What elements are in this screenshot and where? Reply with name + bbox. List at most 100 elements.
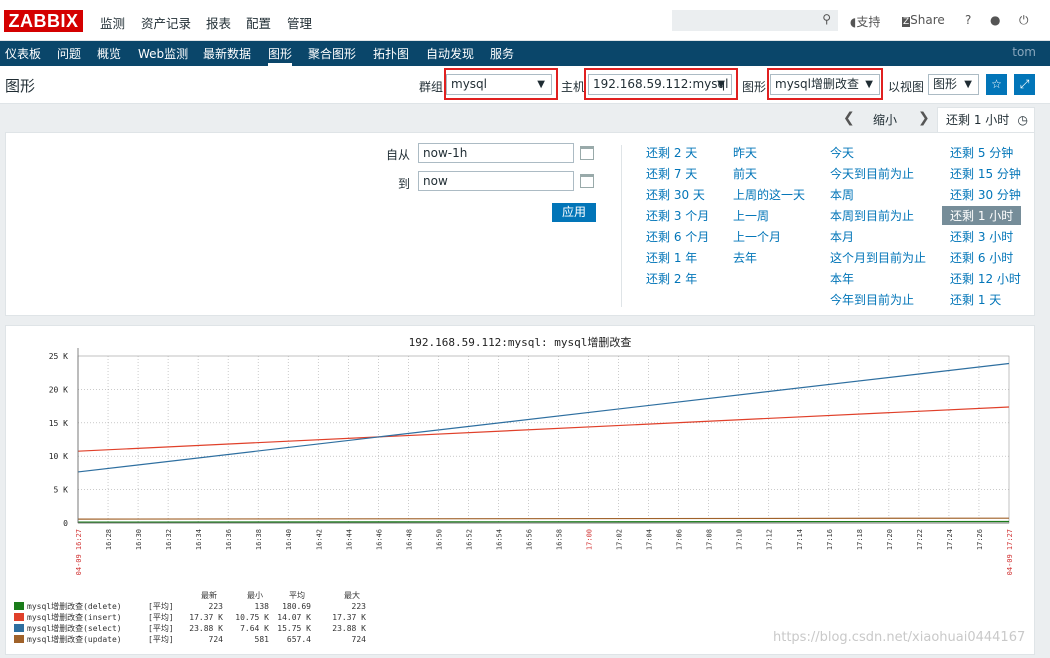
subnav-maps[interactable]: 拓扑图 [373,45,409,62]
quick-range-link[interactable]: 还剩 2 年 [646,270,697,287]
quick-range-link[interactable]: 去年 [733,249,757,266]
quick-range-link[interactable]: 本年 [830,270,854,287]
time-tab-active[interactable]: 还剩 1 小时 ◷ [937,107,1035,132]
search-input[interactable]: ⚲ [672,10,838,31]
calendar-icon[interactable] [580,174,594,188]
legend-cell: 17.37 K [332,613,366,622]
logout-icon[interactable]: ⏻ [1019,13,1029,28]
subnav-overview[interactable]: 概览 [97,45,121,62]
time-tab-label: 还剩 1 小时 [946,113,1010,127]
menu-administration[interactable]: 管理 [287,13,312,32]
quick-range-link[interactable]: 还剩 1 年 [646,249,697,266]
menu-inventory[interactable]: 资产记录 [141,13,191,32]
zoom-out-button[interactable]: 缩小 [873,111,897,128]
legend-swatch [14,613,24,621]
subnav-problems[interactable]: 问题 [57,45,81,62]
y-tick-label: 25 K [49,352,68,361]
x-tick-label: 16:46 [375,529,383,550]
x-tick-label: 17:16 [826,529,834,550]
subnav-screens[interactable]: 聚合图形 [308,45,356,62]
quick-range-link[interactable]: 还剩 3 小时 [950,228,1013,245]
quick-range-link[interactable]: 上一周 [733,207,769,224]
legend-cell: 138 [254,602,269,611]
subnav-latest-data[interactable]: 最新数据 [203,45,251,62]
favorite-star-icon[interactable]: ☆ [986,74,1007,95]
subnav-dashboard[interactable]: 仪表板 [5,45,41,62]
menu-configuration[interactable]: 配置 [246,13,271,32]
apply-button[interactable]: 应用 [552,203,596,222]
legend-cell: 223 [351,602,366,611]
zabbix-logo[interactable]: ZABBIX [4,10,83,32]
page-header: 图形 群组 mysql ▼ 主机 192.168.59.112:mysql ▼ 图形… [0,66,1050,104]
time-selector-bar: ❮ 缩小 ❯ 还剩 1 小时 ◷ [0,104,1050,132]
share-link[interactable]: ZShare [902,13,945,27]
quick-range-link[interactable]: 还剩 6 个月 [646,228,709,245]
quick-range-link[interactable]: 本周到目前为止 [830,207,914,224]
legend-cell: 23.88 K [189,624,223,633]
x-tick-label: 17:06 [676,529,684,550]
fullscreen-icon[interactable]: ⤢ [1014,74,1035,95]
quick-range-link[interactable]: 今年到目前为止 [830,291,914,308]
legend-cell: 180.69 [282,602,311,611]
quick-range-link[interactable]: 还剩 6 小时 [950,249,1013,266]
chevron-right-icon[interactable]: ❯ [918,110,930,126]
quick-range-link[interactable]: 今天 [830,144,854,161]
quick-range-link[interactable]: 本周 [830,186,854,203]
to-input[interactable]: now [418,171,574,191]
quick-range-link[interactable]: 还剩 3 个月 [646,207,709,224]
legend-cell: 724 [208,635,223,644]
chevron-down-icon: ▼ [964,79,972,90]
quick-range-link[interactable]: 还剩 15 分钟 [950,165,1021,182]
graph-label: 图形 [742,80,767,94]
x-tick-label: 16:36 [225,529,233,550]
quick-range-link[interactable]: 还剩 12 小时 [950,270,1021,287]
view-select[interactable]: 图形 ▼ [928,74,979,95]
y-tick-label: 20 K [49,385,68,394]
quick-range-link[interactable]: 昨天 [733,144,757,161]
quick-range-link[interactable]: 还剩 2 天 [646,144,697,161]
legend-header: 最小 [247,591,263,600]
quick-range-link[interactable]: 上一个月 [733,228,781,245]
support-link[interactable]: ◖支持 [850,13,880,30]
calendar-icon[interactable] [580,146,594,160]
legend-cell: mysql增删改查(insert) [27,613,122,622]
x-tick-label: 17:24 [946,529,954,550]
help-link[interactable]: ? [965,13,971,27]
quick-range-link[interactable]: 前天 [733,165,757,182]
subnav-services[interactable]: 服务 [490,45,514,62]
quick-range-link[interactable]: 还剩 7 天 [646,165,697,182]
from-input[interactable]: now-1h [418,143,574,163]
legend-header: 平均 [289,591,305,600]
quick-range-link[interactable]: 本月 [830,228,854,245]
menu-monitoring[interactable]: 监测 [100,13,126,44]
menu-reports[interactable]: 报表 [206,13,231,32]
quick-range-link[interactable]: 还剩 1 天 [950,291,1001,308]
search-icon[interactable]: ⚲ [822,12,831,26]
x-tick-label: 16:50 [435,529,443,550]
x-tick-label: 16:40 [285,529,293,550]
subnav-web[interactable]: Web监测 [138,45,188,62]
quick-range-link[interactable]: 这个月到目前为止 [830,249,926,266]
group-label: 群组 [419,80,444,94]
subnav-graphs[interactable]: 图形 [268,45,293,66]
quick-range-link[interactable]: 还剩 30 分钟 [950,186,1021,203]
user-profile-icon[interactable]: ● [990,13,1000,27]
legend-cell: 223 [208,602,223,611]
quick-range-link[interactable]: 今天到目前为止 [830,165,914,182]
plot-area [77,355,1010,524]
x-end-label: 04-09 17:27 [1006,529,1014,575]
subnav-discovery[interactable]: 自动发现 [426,45,474,62]
y-tick-label: 5 K [54,486,69,495]
quick-range-link[interactable]: 上周的这一天 [733,186,805,203]
x-tick-label: 16:42 [315,529,323,550]
x-tick-label: 17:00 [586,529,594,550]
chevron-left-icon[interactable]: ❮ [843,110,855,126]
legend-swatch [14,602,24,610]
quick-range-link[interactable]: 还剩 1 小时 [942,206,1022,225]
legend-cell: [平均] [148,635,174,644]
quick-range-link[interactable]: 还剩 5 分钟 [950,144,1013,161]
quick-range-link[interactable]: 还剩 30 天 [646,186,705,203]
time-filter-panel: 自从 now-1h 到 now 应用 还剩 2 天还剩 7 天还剩 30 天还剩… [5,132,1035,316]
x-tick-label: 17:18 [856,529,864,550]
legend-cell: 657.4 [286,635,311,644]
